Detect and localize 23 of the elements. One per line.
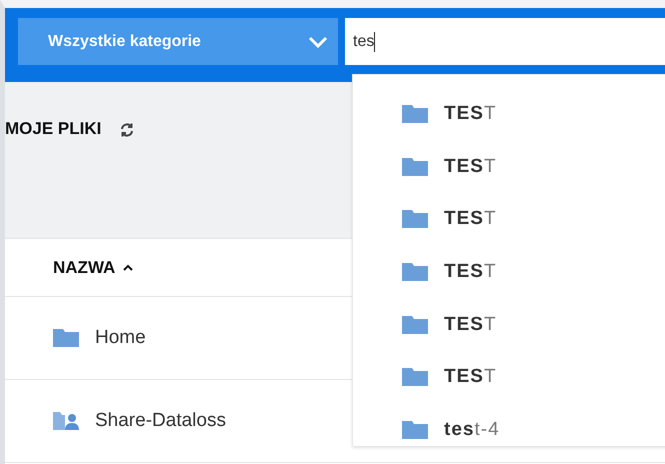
chevron-down-icon xyxy=(308,36,328,48)
suggestion-item[interactable]: TEST xyxy=(353,193,665,246)
folder-icon xyxy=(402,420,428,439)
section-title: MOJE PLIKI xyxy=(5,119,102,139)
file-name[interactable]: Share-Dataloss xyxy=(95,410,226,432)
suggestion-item[interactable]: TEST xyxy=(353,140,665,194)
file-name[interactable]: Home xyxy=(95,327,146,349)
folder-icon xyxy=(53,329,79,347)
column-header[interactable]: NAZWA xyxy=(53,258,134,278)
shared-folder-icon xyxy=(53,412,79,430)
search-field[interactable]: tes xyxy=(345,18,665,65)
suggestion-item[interactable]: TEST xyxy=(353,88,665,141)
folder-icon xyxy=(402,105,428,124)
suggestion-item[interactable]: TEST xyxy=(353,350,665,404)
folder-icon xyxy=(402,316,428,334)
folder-icon xyxy=(402,368,428,386)
suggestion-item[interactable]: TEST xyxy=(353,246,665,298)
folder-icon xyxy=(402,210,428,228)
folder-icon xyxy=(402,263,428,282)
suggestion-item[interactable]: TEST xyxy=(353,298,665,351)
folder-icon xyxy=(402,158,428,176)
suggestion-item[interactable]: test-4 xyxy=(353,404,665,446)
refresh-icon[interactable] xyxy=(119,122,136,138)
